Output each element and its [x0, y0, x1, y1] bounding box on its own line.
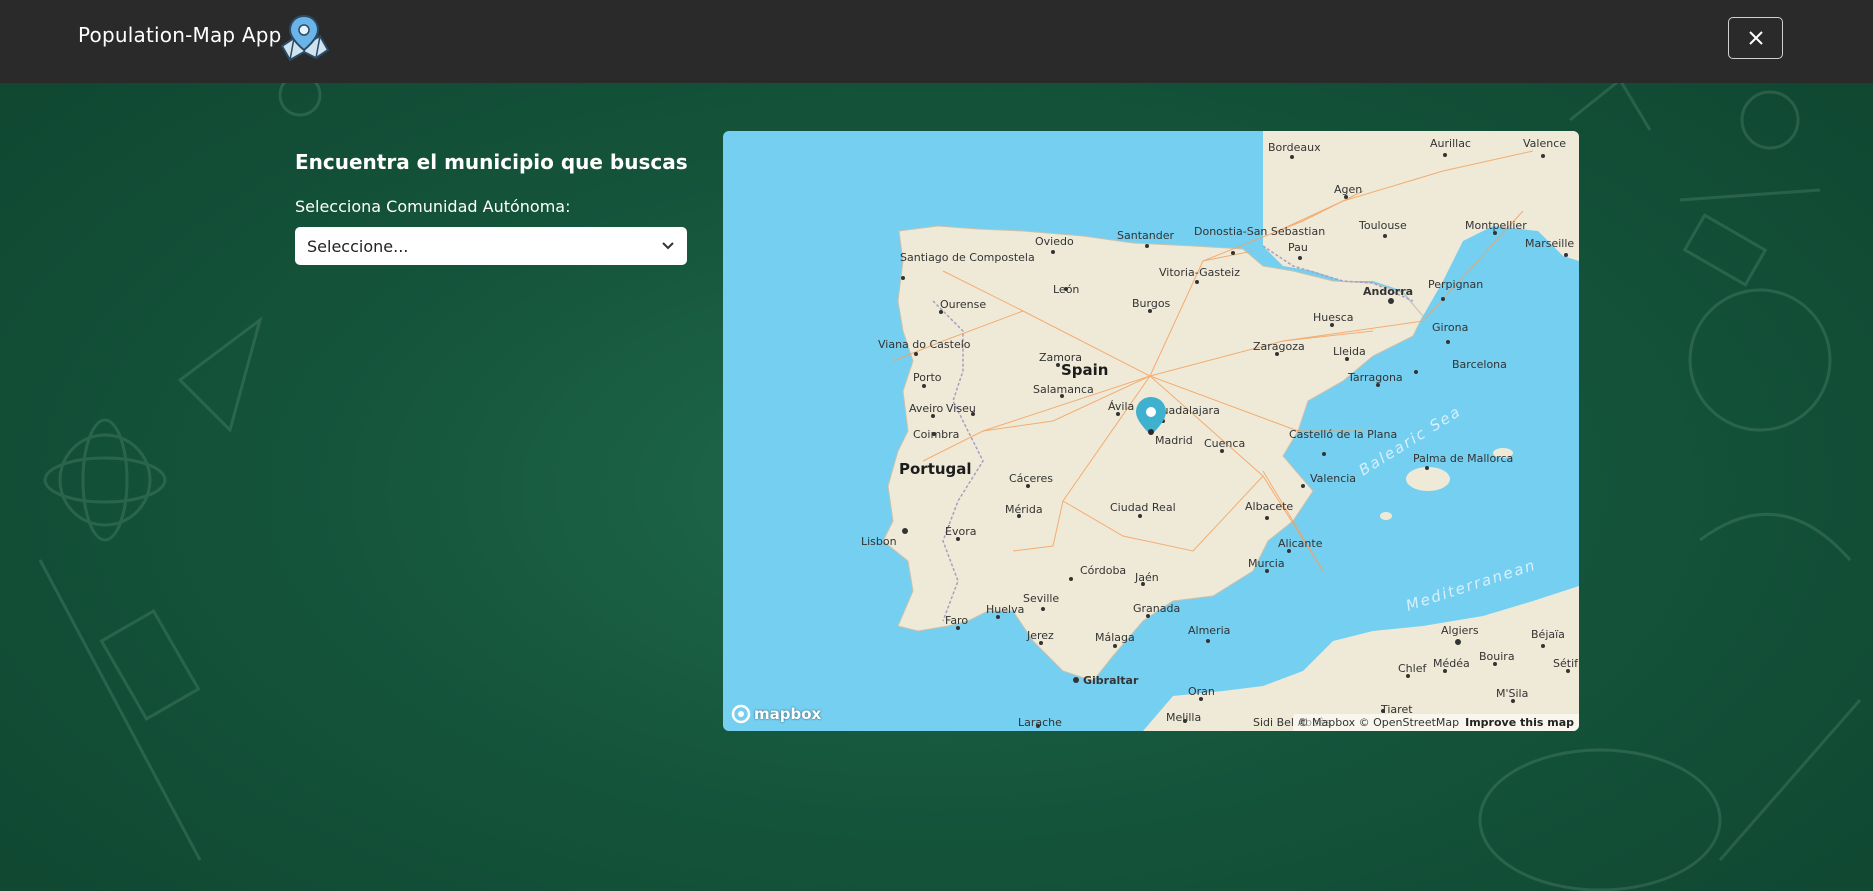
top-navbar: Population-Map App [0, 0, 1873, 83]
city-label: Ávila [1108, 400, 1134, 413]
city-label: Andorra [1363, 285, 1413, 298]
city-label: Girona [1432, 321, 1468, 334]
app-title[interactable]: Population-Map App [78, 23, 282, 47]
city-label: Montpellier [1465, 219, 1527, 232]
city-label: Madrid [1155, 434, 1193, 447]
city-label: Donostia-San Sebastian [1194, 225, 1325, 238]
country-label-portugal: Portugal [899, 460, 972, 478]
city-label: Salamanca [1033, 383, 1094, 396]
city-label: Oran [1188, 685, 1215, 698]
city-label: Béjaïa [1531, 628, 1565, 641]
city-label: Almeria [1188, 624, 1230, 637]
comunidad-select[interactable]: Seleccione... [295, 227, 687, 265]
city-label: Cuenca [1204, 437, 1245, 450]
city-label: Ourense [940, 298, 986, 311]
city-label: Coimbra [913, 428, 959, 441]
city-label: Burgos [1132, 297, 1171, 310]
city-label: Palma de Mallorca [1413, 452, 1513, 465]
city-label: Aurillac [1430, 137, 1471, 150]
close-icon [1748, 31, 1763, 45]
city-label: Faro [945, 614, 968, 627]
city-label: Lisbon [861, 535, 897, 548]
city-label: Ciudad Real [1110, 501, 1176, 514]
map-attribution: © Mapbox © OpenStreetMap Improve this map [1292, 714, 1579, 731]
city-label: Melilla [1166, 711, 1201, 724]
city-label: Gibraltar [1083, 674, 1139, 687]
city-label: Évora [945, 525, 976, 538]
select-label: Selecciona Comunidad Autónoma: [295, 197, 571, 216]
city-label: Jerez [1026, 629, 1054, 642]
city-label: Perpignan [1428, 278, 1483, 291]
city-label: Castelló de la Plana [1289, 428, 1397, 441]
city-label: Albacete [1245, 500, 1293, 513]
city-label: Santander [1117, 229, 1174, 242]
city-label: Vitoria-Gasteiz [1159, 266, 1240, 279]
city-label: Huelva [986, 603, 1024, 616]
city-label: Oviedo [1035, 235, 1074, 248]
city-label: Larache [1018, 716, 1062, 729]
city-label: Santiago de Compostela [900, 251, 1035, 264]
mapbox-brand: mapbox [754, 705, 822, 723]
city-label: Tarragona [1347, 371, 1403, 384]
panel-title: Encuentra el municipio que buscas [295, 150, 688, 174]
city-label: Aveiro [909, 402, 943, 415]
mapbox-logo[interactable]: mapbox [731, 704, 821, 724]
city-label: Chlef [1398, 662, 1427, 675]
city-label: Agen [1334, 183, 1362, 196]
map-canvas[interactable]: Spain Portugal Balearic Sea Mediterranea… [723, 131, 1579, 731]
city-label: Zamora [1039, 351, 1082, 364]
city-label: Porto [913, 371, 942, 384]
city-label: M'Sila [1496, 687, 1528, 700]
city-label: Mérida [1005, 503, 1043, 516]
city-label: Algiers [1441, 624, 1479, 637]
city-label: Málaga [1095, 631, 1135, 644]
city-label: León [1053, 283, 1079, 296]
improve-map-link[interactable]: Improve this map [1465, 716, 1574, 729]
city-label: Viana do Castelo [878, 338, 971, 351]
city-label: Valencia [1310, 472, 1356, 485]
city-label: Viseu [946, 402, 976, 415]
city-label: Lleida [1333, 345, 1366, 358]
city-label: Marseille [1525, 237, 1574, 250]
city-label: Huesca [1313, 311, 1354, 324]
mapbox-icon [731, 704, 751, 724]
select-value: Seleccione... [307, 236, 409, 256]
city-label: Pau [1288, 241, 1308, 254]
attribution-text[interactable]: © Mapbox © OpenStreetMap [1298, 716, 1460, 729]
close-button[interactable] [1728, 17, 1783, 59]
city-label: Granada [1133, 602, 1180, 615]
city-label: Zaragoza [1253, 340, 1305, 353]
city-label: Córdoba [1080, 564, 1126, 577]
city-label: Seville [1023, 592, 1059, 605]
city-label: Médéa [1433, 657, 1470, 670]
city-label: Sétif [1553, 657, 1579, 670]
city-label: Toulouse [1358, 219, 1407, 232]
city-label: Valence [1523, 137, 1566, 150]
city-label: Murcia [1248, 557, 1285, 570]
city-label: Barcelona [1452, 358, 1507, 371]
city-label: Alicante [1278, 537, 1323, 550]
map-pin-logo-icon [276, 12, 332, 64]
city-label: Bordeaux [1268, 141, 1321, 154]
chevron-down-icon [662, 242, 674, 250]
city-label: Cáceres [1009, 472, 1053, 485]
city-label: Bouira [1479, 650, 1515, 663]
city-label: Jaén [1134, 571, 1159, 584]
